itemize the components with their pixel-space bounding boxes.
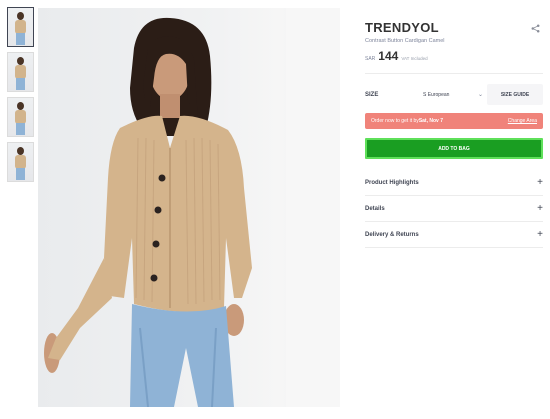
product-main-image[interactable] [38,8,340,407]
size-label: SIZE [365,91,379,98]
button-4 [150,274,158,282]
delivery-prefix: Order now to get it by [371,118,419,124]
currency: SAR [365,56,376,62]
price: 144 [378,49,399,63]
button-3 [152,240,160,248]
curtain [286,8,340,407]
plus-icon: + [537,177,543,188]
plus-icon: + [537,203,543,214]
chevron-down-icon: ⌄ [477,92,483,98]
share-icon[interactable] [531,24,541,34]
product-name: Contrast Button Cardigan Camel [365,38,445,44]
add-to-bag-button[interactable]: ADD TO BAG [365,138,543,159]
thumbnail-3[interactable] [7,97,34,137]
accordion: Product Highlights + Details + Delivery … [365,170,543,248]
price-row: SAR 144 VAT Included [365,49,543,63]
button-2 [154,206,162,214]
delivery-banner: Order now to get it by Sat, Nov 7 Change… [365,113,543,129]
accordion-label: Details [365,205,385,212]
change-area-link[interactable]: Change Area [508,118,537,124]
thumbnail-4[interactable] [7,142,34,182]
left-sleeve [48,258,112,360]
vat-note: VAT Included [401,56,428,61]
size-guide-button[interactable]: SIZE GUIDE [487,84,543,105]
cardigan [104,115,252,313]
plus-icon: + [537,229,543,240]
size-row: SIZE S European ⌄ SIZE GUIDE [365,84,543,105]
accordion-product-highlights[interactable]: Product Highlights + [365,170,543,196]
accordion-details[interactable]: Details + [365,196,543,222]
neck [160,94,180,118]
product-info-panel: TRENDYOL Contrast Button Cardigan Camel … [365,20,543,248]
accordion-delivery-returns[interactable]: Delivery & Returns + [365,222,543,248]
brand-name[interactable]: TRENDYOL [365,20,543,35]
thumbnail-1[interactable] [7,7,34,47]
button-1 [158,174,166,182]
divider [365,73,543,74]
accordion-label: Delivery & Returns [365,231,419,238]
accordion-label: Product Highlights [365,179,419,186]
thumbnail-list [7,7,35,187]
size-selected: S European [423,91,450,98]
product-photo-illustration [44,8,340,407]
delivery-date: Sat, Nov 7 [418,118,443,124]
thumbnail-2[interactable] [7,52,34,92]
size-select[interactable]: S European ⌄ [423,91,487,99]
